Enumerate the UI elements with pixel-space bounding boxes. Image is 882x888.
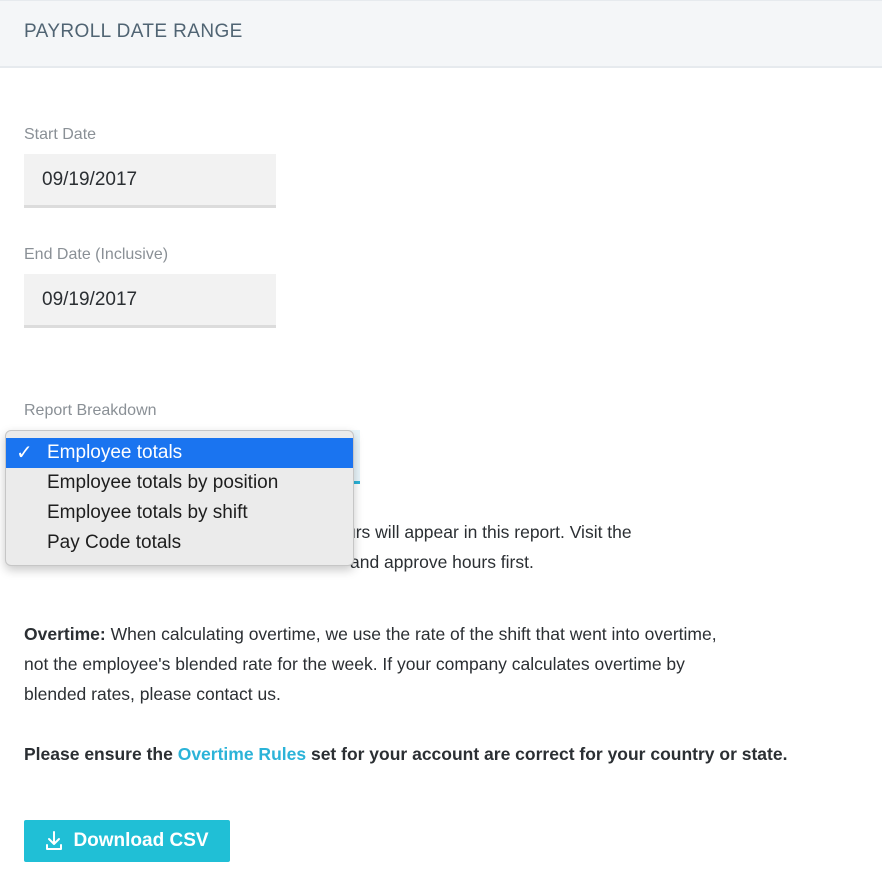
approval-note-line1: urs will appear in this report. Visit th…	[346, 522, 632, 542]
download-csv-button[interactable]: Download CSV	[24, 820, 230, 862]
overtime-rules-link[interactable]: Overtime Rules	[178, 744, 306, 764]
overtime-label: Overtime:	[24, 624, 106, 644]
dropdown-option-label: Pay Code totals	[47, 532, 182, 553]
end-date-label: End Date (Inclusive)	[24, 246, 169, 263]
dropdown-option-employee-totals[interactable]: ✓ Employee totals	[6, 438, 353, 468]
report-breakdown-dropdown[interactable]: ✓ Employee totals Employee totals by pos…	[5, 430, 354, 566]
overtime-text: When calculating overtime, we use the ra…	[105, 624, 717, 644]
report-breakdown-label: Report Breakdown	[24, 402, 157, 419]
dropdown-option-by-position[interactable]: Employee totals by position	[6, 468, 353, 498]
overtime-note-line1: Overtime: When calculating overtime, we …	[24, 619, 717, 649]
dropdown-option-label: Employee totals	[47, 442, 183, 463]
download-icon	[46, 831, 63, 850]
overtime-note-line2: not the employee's blended rate for the …	[24, 654, 685, 674]
dropdown-option-pay-code[interactable]: Pay Code totals	[6, 528, 353, 558]
download-button-label: Download CSV	[73, 830, 209, 851]
dropdown-option-by-shift[interactable]: Employee totals by shift	[6, 498, 353, 528]
ensure-note: Please ensure the Overtime Rules set for…	[24, 739, 787, 769]
dropdown-option-label: Employee totals by shift	[47, 502, 248, 523]
section-header: PAYROLL DATE RANGE	[0, 0, 882, 68]
ensure-before: Please ensure the	[24, 744, 178, 764]
approval-note-line2: and approve hours first.	[350, 552, 534, 572]
page-title: PAYROLL DATE RANGE	[24, 21, 243, 42]
ensure-after: set for your account are correct for you…	[306, 744, 788, 764]
dropdown-option-label: Employee totals by position	[47, 472, 279, 493]
end-date-input[interactable]	[24, 274, 276, 328]
overtime-note-line3: blended rates, please contact us.	[24, 684, 281, 704]
checkmark-icon: ✓	[16, 442, 33, 464]
start-date-label: Start Date	[24, 126, 97, 143]
start-date-input[interactable]	[24, 154, 276, 208]
